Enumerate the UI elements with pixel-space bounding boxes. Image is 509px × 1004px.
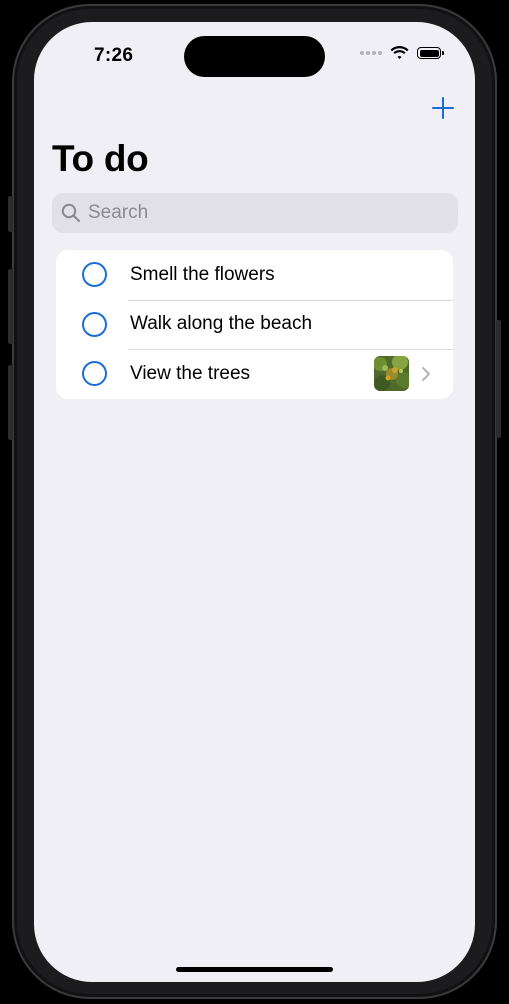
complete-toggle-circle-icon[interactable] [82,311,107,337]
screen: 7:26 To do Smell the flowers [34,22,475,982]
cellular-signal-icon [360,51,382,55]
todo-label: View the trees [130,362,251,384]
add-todo-button[interactable] [431,96,455,120]
volume-up-button [8,269,13,344]
dynamic-island [184,36,325,77]
todo-list: Smell the flowers Walk along the beach V… [56,250,453,399]
tree-photo-thumbnail [374,356,409,392]
search-bar[interactable] [52,193,458,233]
status-bar: 7:26 [34,22,475,82]
complete-toggle-circle-icon[interactable] [82,262,107,288]
todo-label: Walk along the beach [130,313,313,335]
todo-row[interactable]: View the trees [56,349,453,399]
todo-row[interactable]: Smell the flowers [56,250,453,300]
home-indicator[interactable] [176,967,333,972]
chevron-right-icon[interactable] [421,366,431,382]
search-input[interactable] [88,202,388,224]
wifi-icon [390,46,409,59]
todo-row[interactable]: Walk along the beach [56,299,453,350]
search-icon [61,203,81,223]
todo-label: Smell the flowers [130,263,275,285]
power-button [496,320,501,438]
complete-toggle-circle-icon[interactable] [82,361,107,387]
status-icons [360,46,444,60]
page-title: To do [52,138,149,179]
action-button [8,196,13,232]
status-time: 7:26 [94,45,134,66]
battery-icon [417,47,444,59]
volume-down-button [8,365,13,440]
